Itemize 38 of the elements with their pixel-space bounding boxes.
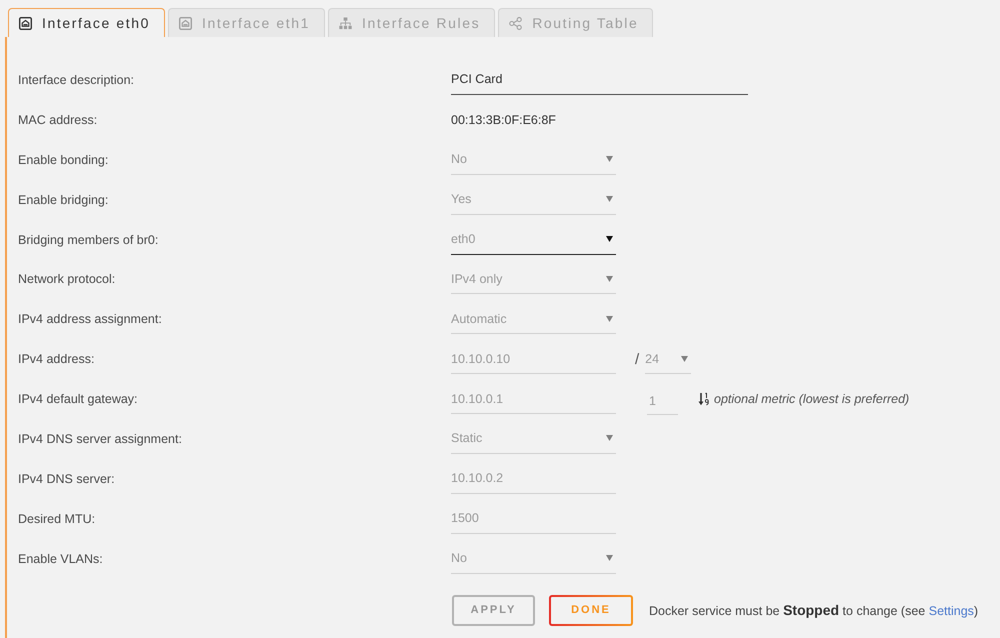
field-label: Enable bridging: — [18, 192, 110, 207]
share-icon — [509, 16, 522, 30]
text-field[interactable]: PCI Card — [451, 64, 748, 95]
ethernet-port-icon — [179, 16, 192, 30]
field-label: Bridging members of br0: — [18, 232, 160, 246]
field-label: Enable bonding: — [18, 152, 110, 167]
sitemap-icon — [339, 16, 352, 30]
caret-icon — [606, 196, 613, 202]
field-value: 00:13:3B:0F:E6:8F — [451, 112, 556, 127]
hint-text: optional metric (lowest is preferred) — [714, 392, 910, 406]
caret-icon — [681, 356, 688, 362]
caret-icon — [606, 435, 613, 442]
caret-icon — [606, 555, 613, 562]
slash-separator: / — [635, 350, 640, 368]
field-label: IPv4 address assignment: — [18, 312, 163, 326]
ethernet-port-icon — [19, 16, 32, 30]
field-label: IPv4 address: — [18, 352, 96, 366]
caret-icon — [606, 156, 613, 162]
select-dropdown[interactable]: eth0 — [451, 224, 616, 254]
caret-icon — [606, 236, 613, 242]
sort-down-icon — [698, 392, 710, 406]
status-note: Docker service must be Stopped to change (see Settings) — [649, 602, 978, 618]
caret-icon — [606, 276, 613, 282]
tab[interactable]: Interface eth1 — [168, 8, 326, 37]
field-label: IPv4 DNS server assignment: — [18, 432, 183, 446]
settings-link[interactable]: Settings — [928, 604, 974, 618]
field-label: Enable VLANs: — [18, 552, 104, 566]
done-button[interactable]: DONE — [549, 594, 633, 626]
tab[interactable]: Routing Table — [498, 8, 654, 37]
tab[interactable]: Interface Rules — [328, 8, 496, 37]
tab[interactable]: Interface eth0 — [8, 8, 166, 37]
field-label: IPv4 DNS server: — [18, 472, 116, 486]
field-label: IPv4 default gateway: — [18, 392, 139, 406]
caret-icon — [606, 316, 613, 322]
field-label: Network protocol: — [18, 272, 116, 286]
field-label: MAC address: — [18, 112, 98, 127]
field-label: Interface description: — [18, 72, 136, 87]
field-label: Desired MTU: — [18, 512, 96, 526]
